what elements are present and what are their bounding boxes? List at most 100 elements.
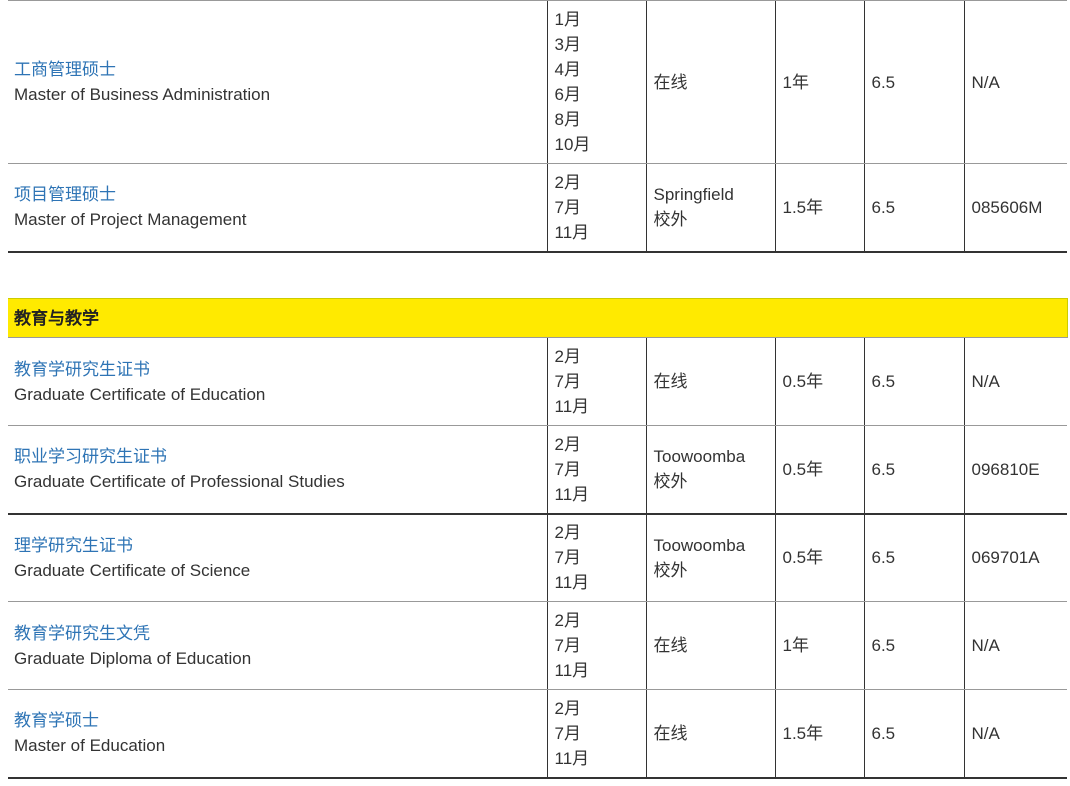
program-name-en: Master of Project Management [14, 210, 247, 230]
program-name-en: Graduate Certificate of Education [14, 384, 266, 404]
intake-month: 11月 [554, 573, 590, 593]
business-table-body: 工商管理硕士 Master of Business Administration… [8, 0, 1067, 253]
intake-month: 2月 [554, 611, 581, 630]
study-mode: Toowoomba [653, 447, 746, 467]
program-name-en: Master of Business Administration [14, 85, 271, 104]
intake-cell: 2月 7月 11月 [546, 689, 646, 779]
education-program-table: 教育与教学 教育学研究生证书 Graduate Certificate of E… [8, 298, 1068, 779]
cricos-code-cell: 069701A [963, 513, 1067, 602]
study-mode: 校外 [653, 560, 688, 580]
table-row: 教育学研究生证书 Graduate Certificate of Educati… [8, 337, 1067, 426]
program-link[interactable]: 教育学硕士 [14, 708, 547, 733]
intake-month: 8月 [554, 110, 581, 129]
program-name-cell: 工商管理硕士 Master of Business Administration [8, 0, 547, 164]
cricos-code-cell: N/A [963, 689, 1067, 779]
study-mode: 校外 [653, 472, 688, 492]
study-mode: 在线 [653, 372, 688, 391]
category-header-row: 教育与教学 [8, 298, 1068, 338]
intake-month: 3月 [554, 35, 581, 54]
program-name-cell: 教育学研究生文凭 Graduate Diploma of Education [8, 601, 547, 690]
table-row: 项目管理硕士 Master of Project Management 2月 7… [8, 163, 1067, 253]
cricos-code-cell: N/A [963, 601, 1067, 690]
intake-month: 2月 [554, 523, 581, 543]
duration-cell: 0.5年 [774, 513, 864, 602]
intake-cell: 1月 3月 4月 6月 8月 10月 [546, 0, 646, 164]
duration-cell: 1.5年 [774, 163, 864, 253]
program-link[interactable]: 项目管理硕士 [14, 182, 547, 207]
ielts-cell: 6.5 [863, 601, 964, 690]
mode-cell: Toowoomba 校外 [645, 425, 775, 515]
program-name-en: Graduate Certificate of Professional Stu… [14, 472, 345, 492]
intake-month: 2月 [554, 434, 581, 454]
cricos-code-cell: 085606M [963, 163, 1067, 253]
intake-month: 7月 [554, 636, 581, 655]
intake-month: 7月 [554, 723, 581, 743]
intake-month: 6月 [554, 85, 581, 104]
intake-month: 11月 [554, 222, 590, 242]
study-mode: 在线 [653, 723, 688, 743]
program-name-cell: 职业学习研究生证书 Graduate Certificate of Profes… [8, 425, 547, 515]
intake-cell: 2月 7月 11月 [546, 163, 646, 253]
program-name-en: Master of Education [14, 736, 166, 756]
ielts-cell: 6.5 [863, 513, 964, 602]
mode-cell: 在线 [645, 337, 775, 426]
ielts-cell: 6.5 [863, 0, 964, 164]
program-link[interactable]: 教育学研究生证书 [14, 357, 547, 382]
intake-month: 2月 [554, 698, 581, 718]
intake-cell: 2月 7月 11月 [546, 425, 646, 515]
table-row: 职业学习研究生证书 Graduate Certificate of Profes… [8, 425, 1067, 515]
intake-month: 4月 [554, 60, 581, 79]
program-name-cell: 理学研究生证书 Graduate Certificate of Science [8, 513, 547, 602]
study-mode: 校外 [653, 210, 688, 230]
mode-cell: Toowoomba 校外 [645, 513, 775, 602]
intake-month: 7月 [554, 548, 581, 568]
program-name-cell: 教育学硕士 Master of Education [8, 689, 547, 779]
duration-cell: 1年 [774, 601, 864, 690]
program-link[interactable]: 职业学习研究生证书 [14, 444, 547, 469]
mode-cell: 在线 [645, 689, 775, 779]
intake-cell: 2月 7月 11月 [546, 337, 646, 426]
program-link[interactable]: 工商管理硕士 [14, 57, 547, 82]
study-mode: Springfield [653, 185, 734, 205]
duration-cell: 1.5年 [774, 689, 864, 779]
ielts-cell: 6.5 [863, 425, 964, 515]
intake-cell: 2月 7月 11月 [546, 513, 646, 602]
intake-month: 11月 [554, 397, 590, 416]
study-mode: 在线 [653, 72, 688, 92]
intake-month: 7月 [554, 372, 581, 391]
intake-month: 10月 [554, 135, 591, 154]
intake-month: 2月 [554, 347, 581, 366]
intake-month: 11月 [554, 748, 590, 768]
intake-month: 11月 [554, 661, 590, 680]
program-link[interactable]: 理学研究生证书 [14, 533, 547, 558]
program-name-en: Graduate Certificate of Science [14, 560, 251, 580]
business-program-table: 工商管理硕士 Master of Business Administration… [8, 0, 1067, 253]
cricos-code-cell: N/A [963, 0, 1067, 164]
study-mode: 在线 [653, 636, 688, 655]
table-row: 理学研究生证书 Graduate Certificate of Science … [8, 513, 1067, 602]
intake-month: 1月 [554, 10, 581, 29]
program-link[interactable]: 教育学研究生文凭 [14, 621, 547, 646]
ielts-cell: 6.5 [863, 689, 964, 779]
table-row: 教育学硕士 Master of Education 2月 7月 11月 在线 1… [8, 689, 1067, 779]
education-table-body: 教育与教学 教育学研究生证书 Graduate Certificate of E… [8, 298, 1068, 779]
intake-month: 7月 [554, 197, 581, 217]
duration-cell: 1年 [774, 0, 864, 164]
intake-cell: 2月 7月 11月 [546, 601, 646, 690]
mode-cell: 在线 [645, 0, 775, 164]
mode-cell: 在线 [645, 601, 775, 690]
intake-month: 7月 [554, 459, 581, 479]
ielts-cell: 6.5 [863, 337, 964, 426]
intake-month: 2月 [554, 172, 581, 192]
category-title: 教育与教学 [8, 298, 1068, 338]
duration-cell: 0.5年 [774, 425, 864, 515]
cricos-code-cell: N/A [963, 337, 1067, 426]
intake-month: 11月 [554, 484, 590, 504]
mode-cell: Springfield 校外 [645, 163, 775, 253]
duration-cell: 0.5年 [774, 337, 864, 426]
table-row: 教育学研究生文凭 Graduate Diploma of Education 2… [8, 601, 1067, 690]
ielts-cell: 6.5 [863, 163, 964, 253]
program-name-cell: 教育学研究生证书 Graduate Certificate of Educati… [8, 337, 547, 426]
table-row: 工商管理硕士 Master of Business Administration… [8, 0, 1067, 164]
cricos-code-cell: 096810E [963, 425, 1067, 515]
